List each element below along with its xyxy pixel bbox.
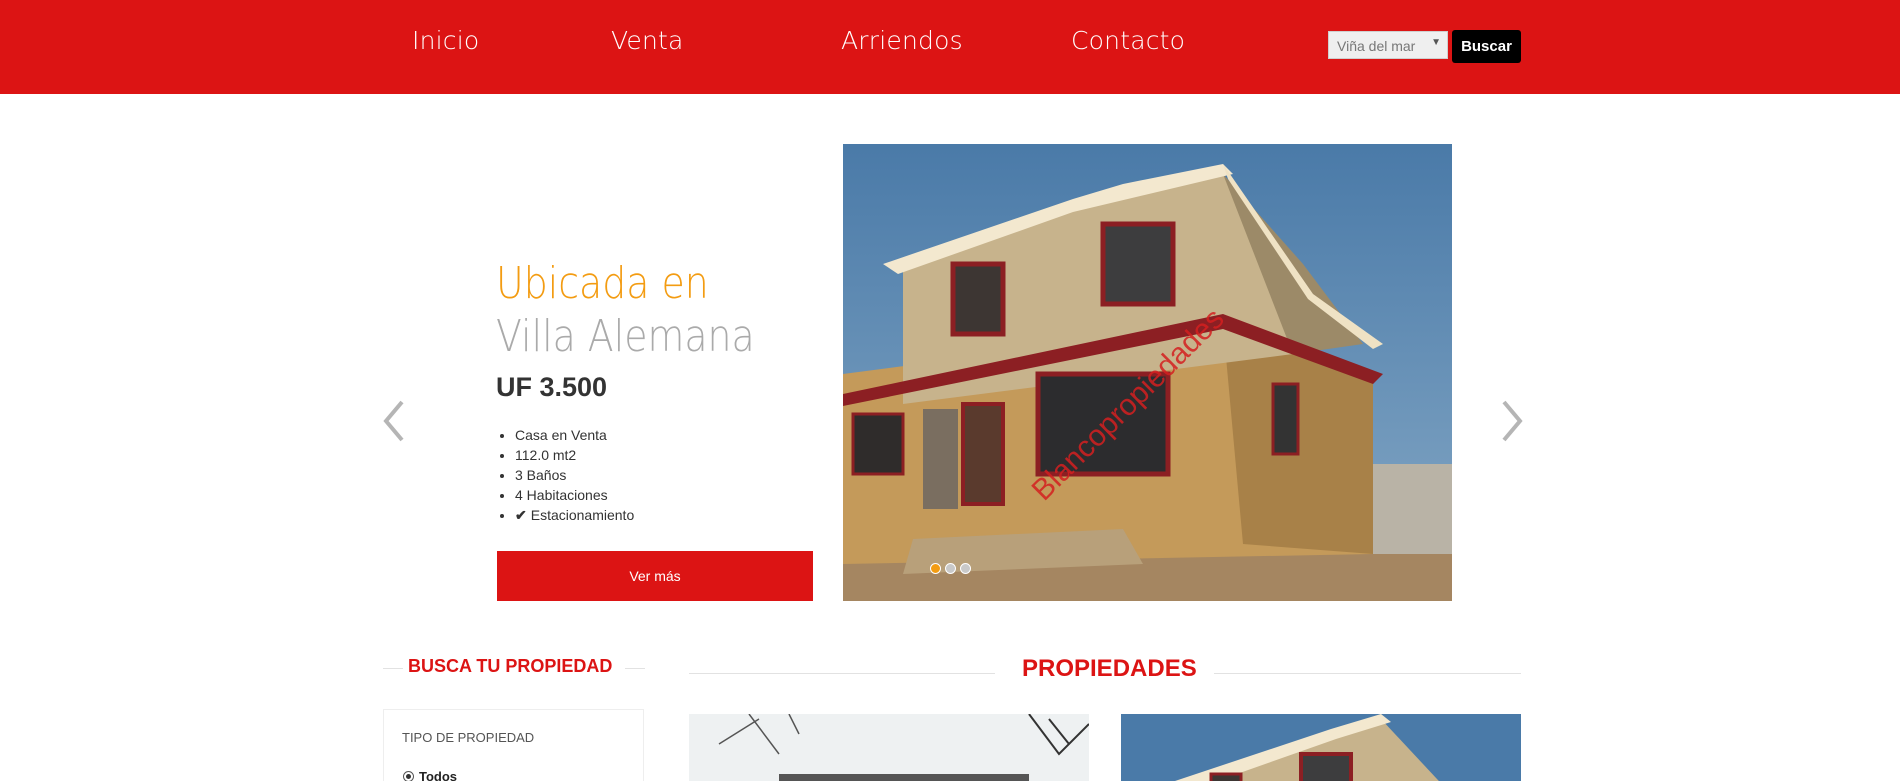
feature-item: 4 Habitaciones [515,485,634,505]
feature-item-label: Estacionamiento [530,507,635,523]
feature-item: 3 Baños [515,465,634,485]
hero-property-photo[interactable] [843,144,1452,601]
divider [1214,673,1521,674]
divider [689,673,995,674]
filter-label: TIPO DE PROPIEDAD [402,730,535,745]
properties-heading: PROPIEDADES [1022,655,1197,682]
divider [625,668,645,669]
carousel-prev-arrow-icon[interactable] [380,396,410,446]
search-button[interactable]: Buscar [1452,30,1521,63]
hero-title-line1: Ubicada en [496,258,709,309]
top-navbar: Inicio Venta Arriendos Contacto Viña del… [0,0,1900,94]
city-select[interactable]: Viña del mar ▼ [1328,31,1448,59]
nav-link-venta[interactable]: Venta [611,26,684,55]
carousel-dots [930,563,971,574]
feature-item: 112.0 mt2 [515,445,634,465]
chevron-down-icon: ▼ [1431,37,1441,48]
radio-todos[interactable] [403,771,414,781]
divider [383,668,403,669]
check-icon: ✔ [515,507,527,523]
ver-mas-button[interactable]: Ver más [497,551,813,601]
nav-link-inicio[interactable]: Inicio [412,26,479,55]
carousel-dot[interactable] [930,563,941,574]
feature-list: Casa en Venta 112.0 mt2 3 Baños 4 Habita… [515,425,634,525]
nav-link-contacto[interactable]: Contacto [1071,26,1185,55]
property-card-image[interactable] [689,714,1089,781]
nav-link-arriendos[interactable]: Arriendos [841,26,963,55]
hero-title-line2: Villa Alemana [496,311,755,362]
hero-price: UF 3.500 [496,372,608,402]
sidebar-heading: BUSCA TU PROPIEDAD [408,656,613,676]
radio-label-todos[interactable]: Todos [419,769,457,781]
property-card-image[interactable] [1121,714,1521,781]
carousel-dot[interactable] [945,563,956,574]
city-select-value: Viña del mar [1337,38,1416,54]
carousel-next-arrow-icon[interactable] [1496,396,1526,446]
feature-item: Casa en Venta [515,425,634,445]
feature-item: ✔Estacionamiento [515,505,634,525]
carousel-dot[interactable] [960,563,971,574]
